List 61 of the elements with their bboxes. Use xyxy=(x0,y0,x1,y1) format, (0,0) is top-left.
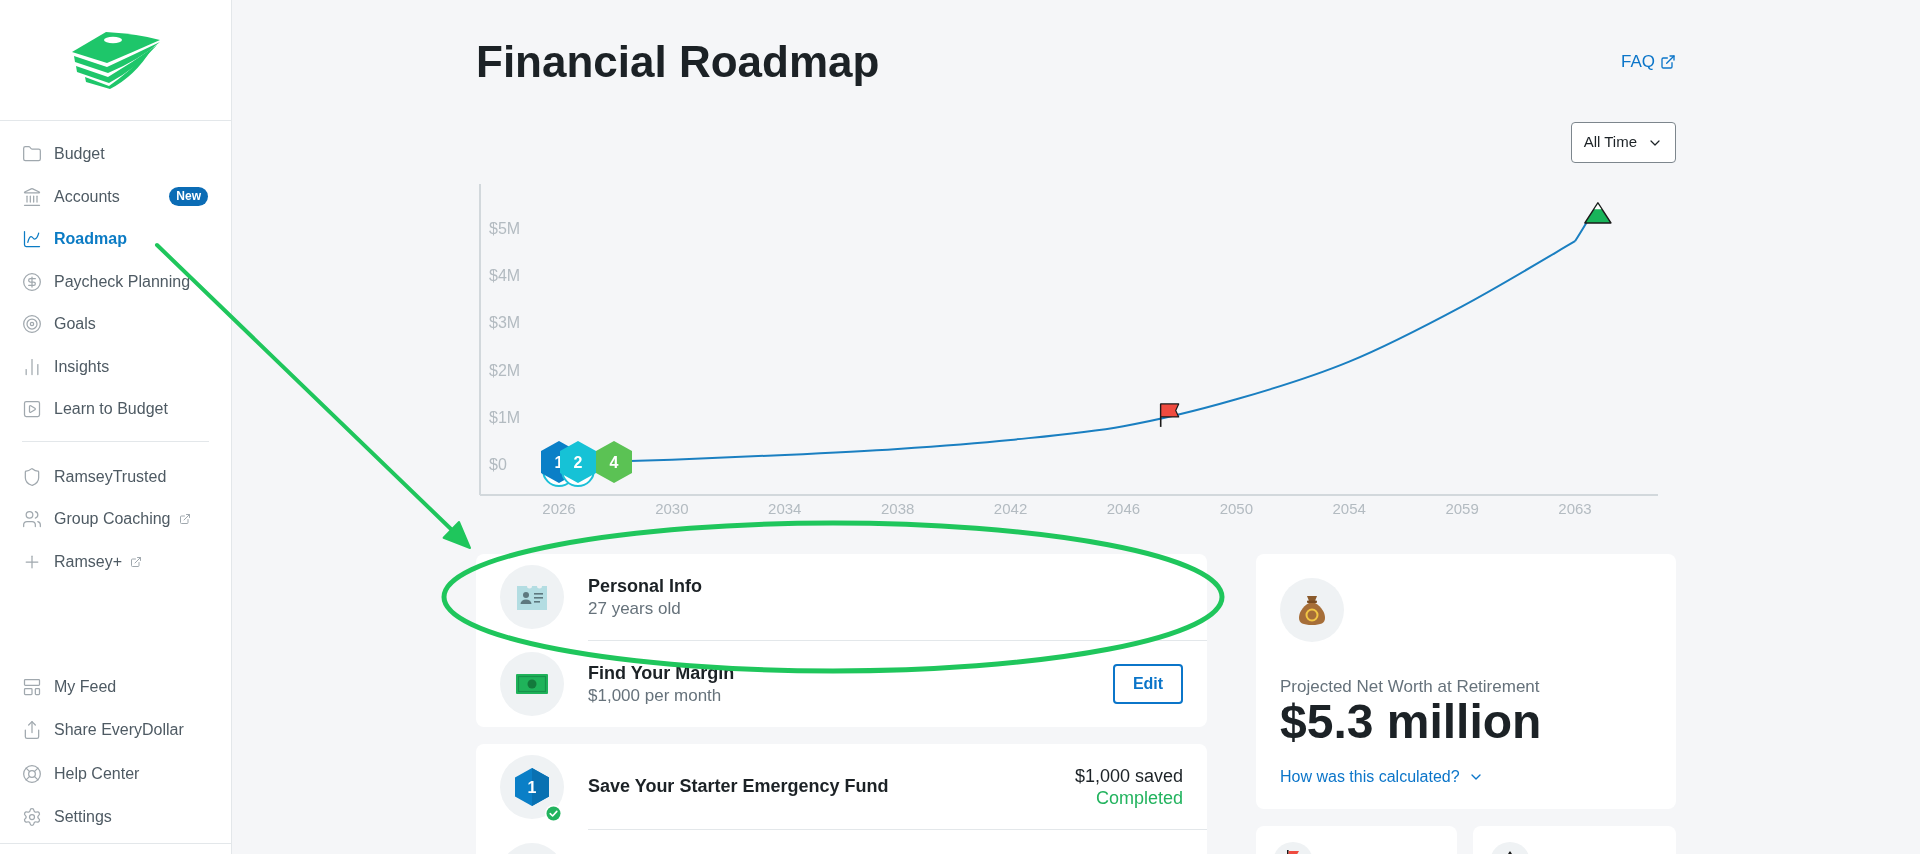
play-square-icon xyxy=(22,399,42,420)
page-title: Financial Roadmap xyxy=(476,36,880,88)
nav-item[interactable]: Help Center xyxy=(22,761,140,786)
edit-button[interactable]: Edit xyxy=(1113,663,1183,704)
logo-icon xyxy=(70,30,161,90)
net-worth-value: $5.3 million xyxy=(1280,698,1542,746)
nav-item[interactable]: Settings xyxy=(22,805,112,830)
lifebuoy-icon xyxy=(22,763,42,784)
nav-item[interactable]: Goals xyxy=(22,312,96,337)
flag-marker xyxy=(1159,403,1180,428)
step-hexagon: 1 xyxy=(515,768,549,806)
x-tick-label: 2046 xyxy=(1106,500,1141,517)
net-worth-label: Projected Net Worth at Retirement xyxy=(1280,676,1540,698)
x-tick-label: 2063 xyxy=(1558,500,1592,517)
x-tick-label: 2034 xyxy=(768,500,802,517)
x-tick-label: 2042 xyxy=(993,500,1028,517)
step-hexagon: 4 xyxy=(596,441,632,484)
row-title: Personal Info xyxy=(588,574,703,598)
people-icon xyxy=(22,509,42,530)
nav-item[interactable]: Group Coaching xyxy=(22,507,191,532)
nav-item[interactable]: Accounts xyxy=(22,184,120,209)
y-tick-label: $5M xyxy=(489,220,521,237)
external-link-icon xyxy=(1660,54,1676,70)
target-icon xyxy=(22,314,42,335)
peak-marker xyxy=(1574,202,1612,243)
y-tick-label: $4M xyxy=(489,267,521,285)
x-tick-label: 2054 xyxy=(1332,500,1366,517)
nav-item[interactable]: RamseyTrusted xyxy=(22,464,167,489)
nav-item[interactable]: Budget xyxy=(22,142,105,167)
settings-icon xyxy=(22,807,42,828)
step-title: Save Your Starter Emergency Fund xyxy=(588,775,890,798)
new-tag: New xyxy=(169,187,208,207)
calculation-link[interactable]: How was this calculated? xyxy=(1280,766,1484,788)
nav-item[interactable]: Share EveryDollar xyxy=(22,718,184,743)
nav-item[interactable]: Learn to Budget xyxy=(22,397,168,422)
step-amount: $1,000 saved xyxy=(1074,764,1183,787)
layout-icon xyxy=(22,676,42,697)
x-tick-label: 2026 xyxy=(542,500,576,517)
dollar-circle-icon xyxy=(22,271,42,292)
share-icon xyxy=(22,720,42,741)
y-tick-label: $2M xyxy=(489,361,521,379)
bank-icon xyxy=(22,186,42,207)
range-dropdown[interactable]: All Time xyxy=(1570,122,1676,163)
y-tick-label: $1M xyxy=(489,408,521,426)
faq-link[interactable]: FAQ xyxy=(1621,49,1676,75)
x-tick-label: 2050 xyxy=(1219,500,1253,517)
x-tick-label: 2059 xyxy=(1445,500,1479,517)
x-tick-label: 2038 xyxy=(881,500,915,517)
line-chart-icon xyxy=(22,229,42,250)
nav-item[interactable]: Ramsey+ xyxy=(22,549,143,574)
x-tick-label: 2030 xyxy=(655,500,689,517)
nav-item[interactable]: Paycheck Planning xyxy=(22,269,191,294)
y-tick-label: $0 xyxy=(489,456,507,473)
nav-item[interactable]: Insights xyxy=(22,354,110,379)
row-subtitle: 27 years old xyxy=(588,597,681,620)
nav-item[interactable]: My Feed xyxy=(22,674,117,699)
y-tick-label: $3M xyxy=(489,314,521,332)
shield-icon xyxy=(22,466,42,487)
row-subtitle: $1,000 per month xyxy=(588,684,722,707)
nav-item[interactable]: Roadmap xyxy=(22,227,127,252)
step-status: Completed xyxy=(1095,786,1183,809)
